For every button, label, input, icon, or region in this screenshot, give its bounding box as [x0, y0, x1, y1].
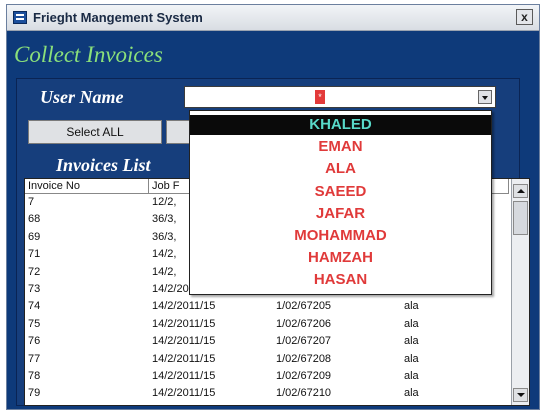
- table-row[interactable]: 76 14/2/2011/15 1/02/67207 ala: [25, 334, 509, 349]
- table-cell: 76: [28, 335, 41, 348]
- dropdown-option[interactable]: SAEED: [190, 182, 491, 202]
- table-cell: ala: [404, 335, 419, 348]
- dropdown-option[interactable]: HAMZAH: [190, 248, 491, 268]
- table-cell: 69: [28, 230, 41, 243]
- table-cell: 68: [28, 213, 41, 226]
- dropdown-option[interactable]: JAFAR: [190, 204, 491, 224]
- table-cell: 1/02/67206: [276, 317, 332, 330]
- column-header[interactable]: Invoice No: [25, 179, 149, 194]
- table-cell: 73: [28, 283, 41, 295]
- table-cell: ala: [404, 387, 419, 400]
- close-button[interactable]: x: [516, 9, 533, 25]
- table-cell: 1/02/67210: [276, 387, 332, 400]
- table-cell: 7: [28, 196, 35, 208]
- table-cell: ala: [404, 300, 419, 313]
- dropdown-option[interactable]: EMAN: [190, 137, 491, 157]
- table-cell: 1/02/67205: [276, 300, 332, 313]
- user-name-dropdown[interactable]: KHALED EMAN ALA SAEED JAFAR MOHAMMAD HAMZAH HAS…: [189, 110, 492, 295]
- dropdown-option[interactable]: KHALED: [190, 115, 491, 135]
- vertical-scrollbar[interactable]: [511, 179, 529, 405]
- table-row[interactable]: 78 14/2/2011/15 1/02/67209 ala: [25, 369, 509, 384]
- title-bar[interactable]: Frieght Mangement System x: [7, 5, 539, 31]
- page-title: Collect Invoices: [14, 42, 163, 67]
- user-name-label: User Name: [40, 87, 124, 107]
- table-cell: 77: [28, 352, 41, 365]
- table-row[interactable]: 75 14/2/2011/15 1/02/67206 ala: [25, 317, 509, 332]
- table-cell: ala: [404, 352, 419, 365]
- table-cell: 1/02/67208: [276, 352, 332, 365]
- table-cell: 14/2/2011/15: [152, 387, 216, 400]
- table-cell: 79: [28, 387, 41, 400]
- table-row[interactable]: 79 14/2/2011/15 1/02/67210 ala: [25, 386, 509, 401]
- table-cell: ala: [404, 370, 419, 382]
- table-row[interactable]: 74 14/2/2011/15 1/02/67205 ala: [25, 299, 509, 314]
- table-cell: 14/2/2011/15: [152, 370, 216, 382]
- scroll-down-icon[interactable]: [513, 388, 528, 402]
- table-row[interactable]: 77 14/2/2011/15 1/02/67208 ala: [25, 352, 509, 367]
- table-cell: 72: [28, 265, 41, 278]
- user-name-combobox[interactable]: *: [184, 86, 496, 108]
- table-cell: 1/02/67209: [276, 370, 332, 382]
- invoices-list-label: Invoices List: [56, 155, 151, 175]
- chevron-down-icon[interactable]: [478, 90, 492, 104]
- table-cell: 14/2/2011/15: [152, 352, 216, 365]
- table-cell: ala: [404, 317, 419, 330]
- table-cell: 71: [28, 248, 41, 261]
- scrollbar-thumb[interactable]: [513, 201, 528, 235]
- table-cell: 78: [28, 370, 41, 382]
- table-cell: 14/2/2011/15: [152, 300, 216, 313]
- table-cell: 14/2/2011/15: [152, 317, 216, 330]
- user-name-value: *: [315, 90, 325, 104]
- table-cell: 75: [28, 317, 41, 330]
- dropdown-option[interactable]: HASAN: [190, 270, 491, 290]
- dropdown-option[interactable]: MOHAMMAD: [190, 226, 491, 246]
- window-title: Frieght Mangement System: [33, 10, 203, 25]
- app-icon: [13, 11, 27, 24]
- table-cell: 14/2/2011/15: [152, 335, 216, 348]
- select-all-button[interactable]: Select ALL: [28, 120, 162, 144]
- dropdown-option[interactable]: ALA: [190, 159, 491, 179]
- scroll-up-icon[interactable]: [513, 184, 528, 198]
- table-cell: 74: [28, 300, 41, 313]
- table-cell: 1/02/67207: [276, 335, 332, 348]
